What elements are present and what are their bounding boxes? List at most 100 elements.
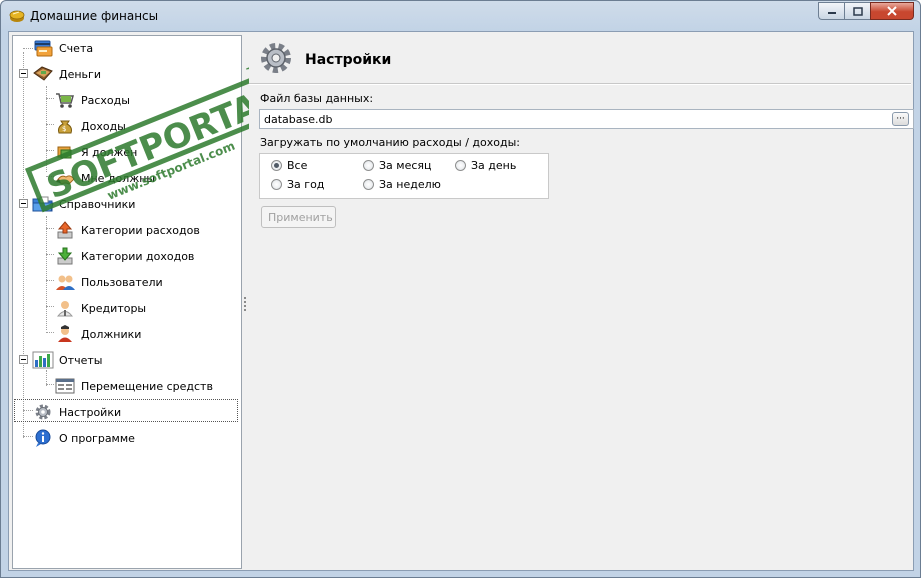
wallet-icon xyxy=(32,64,54,84)
radio-label: За неделю xyxy=(379,177,441,191)
arrow-up-icon xyxy=(54,220,76,240)
info-icon xyxy=(32,428,54,448)
tree-item-accounts[interactable]: Счета xyxy=(32,38,95,58)
tree-item-label: Кредиторы xyxy=(81,301,147,315)
radio-year[interactable]: За год xyxy=(266,176,324,192)
radio-month[interactable]: За месяц xyxy=(358,157,432,173)
handshake-icon xyxy=(54,168,76,188)
tree-item-i-owe[interactable]: Я должен xyxy=(54,142,139,162)
expander-reports[interactable] xyxy=(19,355,28,364)
tree-item-label: Я должен xyxy=(81,145,138,159)
radio-circle xyxy=(271,178,282,190)
tree-item-creditors[interactable]: Кредиторы xyxy=(54,298,148,318)
period-radio-group: Все За месяц За день За год За неделю xyxy=(259,153,549,199)
title-bar[interactable]: Домашние финансы xyxy=(1,1,920,31)
close-button[interactable] xyxy=(870,2,914,20)
tree-line xyxy=(46,228,54,229)
tree-item-money[interactable]: Деньги xyxy=(32,64,103,84)
default-load-label: Загружать по умолчанию расходы / доходы: xyxy=(260,136,520,149)
tree-item-label: Справочники xyxy=(59,197,136,211)
tree-item-label: О программе xyxy=(59,431,135,445)
gear-icon xyxy=(259,41,293,75)
expander-references[interactable] xyxy=(19,199,28,208)
radio-day[interactable]: За день xyxy=(450,157,516,173)
radio-label: За год xyxy=(287,177,325,191)
tree-item-label: Деньги xyxy=(59,67,101,81)
debtor-icon xyxy=(54,324,76,344)
tree-line xyxy=(46,254,54,255)
tree-item-label: Мне должны xyxy=(81,171,156,185)
tree-item-owed-to-me[interactable]: Мне должны xyxy=(54,168,157,188)
tree-item-about[interactable]: О программе xyxy=(32,428,137,448)
report-icon xyxy=(54,376,76,396)
handshake-icon xyxy=(54,142,76,162)
tree-line xyxy=(46,280,54,281)
tree-item-label: Должники xyxy=(81,327,142,341)
tree-item-expense-categories[interactable]: Категории расходов xyxy=(54,220,202,240)
users-icon xyxy=(54,272,76,292)
apply-button[interactable]: Применить xyxy=(261,206,336,228)
db-file-label: Файл базы данных: xyxy=(260,92,374,105)
radio-circle xyxy=(363,178,374,190)
panel-header: Настройки xyxy=(249,35,911,84)
panel-splitter[interactable] xyxy=(243,35,248,569)
tree-item-label: Настройки xyxy=(59,405,122,419)
tree-item-label: Пользователи xyxy=(81,275,163,289)
tree-line xyxy=(23,52,24,438)
gear-icon xyxy=(32,402,54,422)
money-bag-icon: $ xyxy=(54,116,76,136)
page-title: Настройки xyxy=(305,52,392,68)
tree-line xyxy=(46,216,47,330)
tree-item-references[interactable]: Справочники xyxy=(32,194,137,214)
tree-item-income-categories[interactable]: Категории доходов xyxy=(54,246,196,266)
tree-item-label: Категории расходов xyxy=(81,223,200,237)
radio-label: За месяц xyxy=(379,158,432,172)
maximize-button[interactable] xyxy=(844,2,870,20)
radio-week[interactable]: За неделю xyxy=(358,176,441,192)
tree-line xyxy=(46,306,54,307)
tree-item-funds-transfer[interactable]: Перемещение средств xyxy=(54,376,215,396)
tree-item-settings[interactable]: Настройки xyxy=(32,402,123,422)
maximize-icon xyxy=(852,6,863,16)
tree-item-expenses[interactable]: Расходы xyxy=(54,90,132,110)
tree-line xyxy=(46,176,54,177)
radio-circle xyxy=(271,159,282,171)
creditor-icon xyxy=(54,298,76,318)
cart-icon xyxy=(54,90,76,110)
arrow-down-icon xyxy=(54,246,76,266)
coins-icon xyxy=(9,9,25,23)
tree-item-label: Счета xyxy=(59,41,94,55)
tree-line xyxy=(46,150,54,151)
tree-line xyxy=(46,124,54,125)
radio-circle xyxy=(363,159,374,171)
radio-label: За день xyxy=(471,158,517,172)
tree-line xyxy=(46,384,54,385)
tree-item-label: Перемещение средств xyxy=(81,379,213,393)
close-icon xyxy=(887,6,897,16)
tree-item-debtors[interactable]: Должники xyxy=(54,324,143,344)
tree-item-label: Расходы xyxy=(81,93,130,107)
browse-button[interactable]: ··· xyxy=(892,112,909,126)
folder-icon xyxy=(32,194,54,214)
app-window: Домашние финансы Счета Деньги Расходы $ … xyxy=(0,0,921,578)
window-title: Домашние финансы xyxy=(30,9,159,23)
navigation-tree[interactable]: Счета Деньги Расходы $ Доходы Я должен М… xyxy=(12,35,298,569)
settings-panel: Настройки Файл базы данных: ··· Загружат… xyxy=(249,35,914,569)
db-file-input[interactable] xyxy=(259,109,914,129)
tree-item-label: Отчеты xyxy=(59,353,103,367)
svg-text:$: $ xyxy=(62,125,66,133)
radio-circle xyxy=(455,159,466,171)
tree-item-reports[interactable]: Отчеты xyxy=(32,350,104,370)
tree-item-label: Категории доходов xyxy=(81,249,195,263)
tree-line xyxy=(46,332,54,333)
cards-icon xyxy=(32,38,54,58)
tree-item-income[interactable]: $ Доходы xyxy=(54,116,128,136)
client-area: Счета Деньги Расходы $ Доходы Я должен М… xyxy=(8,31,914,571)
radio-all[interactable]: Все xyxy=(266,157,307,173)
minimize-button[interactable] xyxy=(818,2,844,20)
splitter-grip xyxy=(244,297,246,311)
expander-money[interactable] xyxy=(19,69,28,78)
tree-item-label: Доходы xyxy=(81,119,126,133)
tree-item-users[interactable]: Пользователи xyxy=(54,272,165,292)
radio-label: Все xyxy=(287,158,308,172)
